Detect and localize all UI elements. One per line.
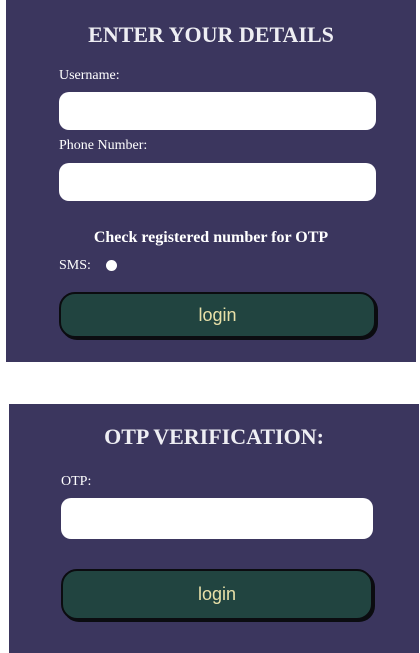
details-form-title: ENTER YOUR DETAILS [88, 22, 334, 47]
login-button[interactable]: login [59, 292, 376, 338]
username-input[interactable] [59, 92, 376, 130]
otp-label: OTP: [61, 474, 92, 489]
otp-login-button[interactable]: login [61, 569, 373, 620]
otp-verification-title: OTP VERIFICATION: [104, 424, 324, 449]
sms-radio[interactable] [106, 260, 117, 271]
phone-number-input[interactable] [59, 163, 376, 201]
sms-label: SMS: [59, 258, 91, 273]
username-label: Username: [59, 68, 120, 83]
details-form-panel: ENTER YOUR DETAILS Username: Phone Numbe… [6, 0, 416, 362]
otp-note: Check registered number for OTP [93, 229, 329, 246]
otp-verification-panel: OTP VERIFICATION: OTP: login [9, 404, 419, 653]
phone-number-label: Phone Number: [59, 138, 148, 153]
otp-input[interactable] [61, 498, 373, 539]
